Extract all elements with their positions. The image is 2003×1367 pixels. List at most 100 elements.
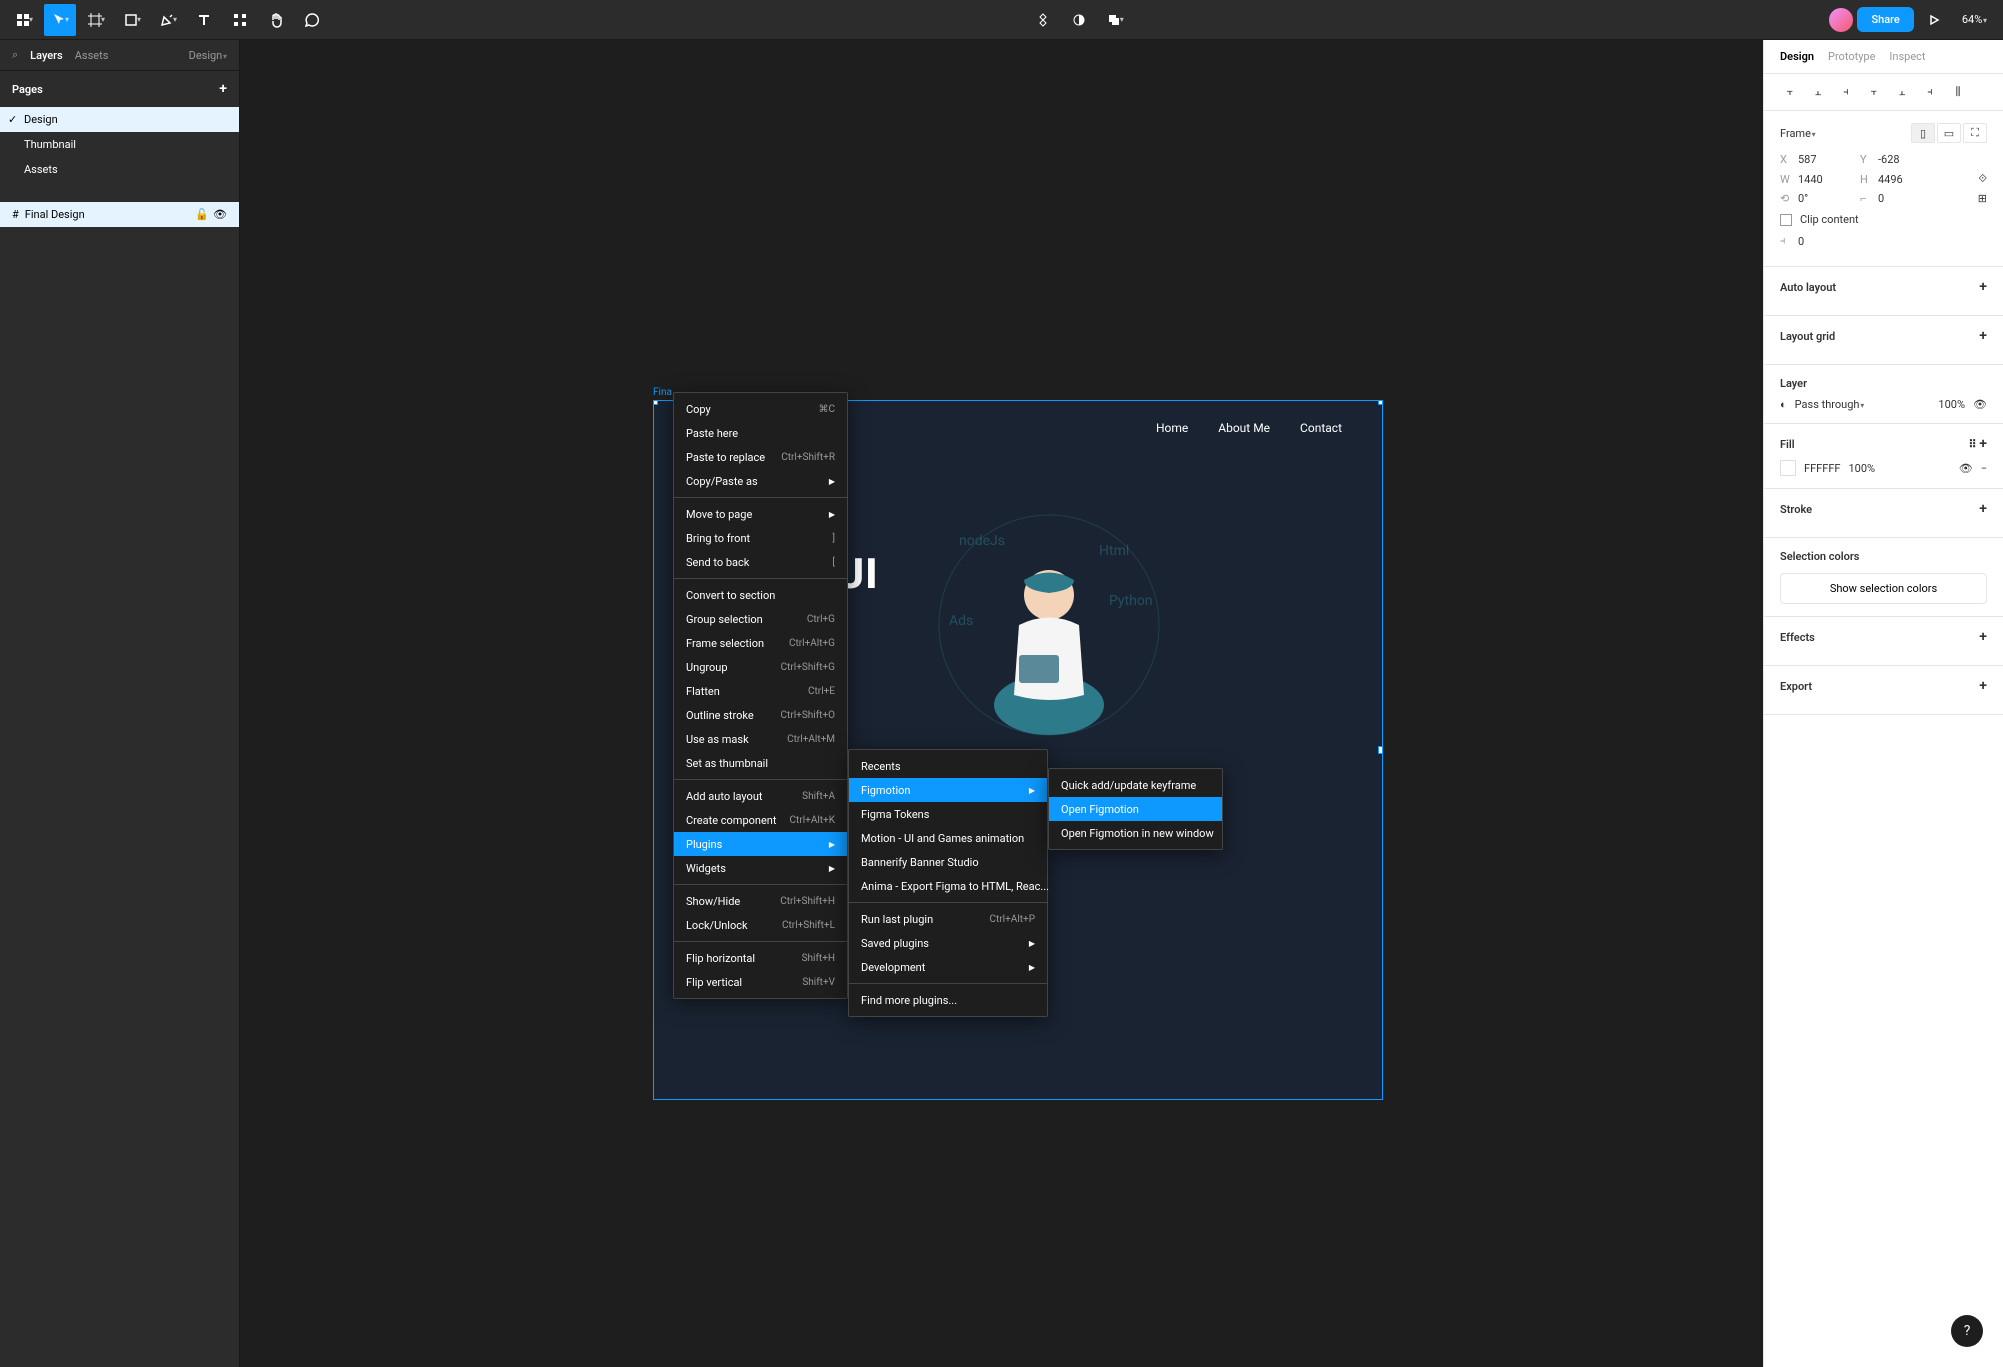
- resize-handle[interactable]: [653, 400, 658, 405]
- layer-final-design[interactable]: # Final Design 🔓 👁: [0, 202, 239, 227]
- rotation-input[interactable]: 0°: [1798, 192, 1844, 205]
- add-grid-button[interactable]: +: [1979, 328, 1987, 344]
- landscape-button[interactable]: ▭: [1937, 123, 1961, 143]
- menu-saved[interactable]: Saved plugins▶: [849, 931, 1047, 955]
- menu-copy-paste-as[interactable]: Copy/Paste as▶: [674, 469, 847, 493]
- clip-checkbox[interactable]: [1780, 214, 1792, 226]
- page-item-assets[interactable]: Assets: [0, 157, 239, 182]
- fill-swatch[interactable]: [1780, 460, 1796, 476]
- align-center-h-icon[interactable]: ⫠: [1808, 82, 1828, 102]
- text-tool[interactable]: [188, 4, 220, 36]
- mask-icon[interactable]: [1063, 4, 1095, 36]
- remove-fill-button[interactable]: −: [1981, 462, 1987, 475]
- nav-home[interactable]: Home: [1156, 421, 1188, 435]
- add-page-button[interactable]: +: [219, 81, 227, 97]
- menu-convert-section[interactable]: Convert to section: [674, 583, 847, 607]
- menu-ungroup[interactable]: UngroupCtrl+Shift+G: [674, 655, 847, 679]
- menu-dev[interactable]: Development▶: [849, 955, 1047, 979]
- visibility-icon[interactable]: 👁: [213, 208, 227, 221]
- menu-bring-front[interactable]: Bring to front]: [674, 526, 847, 550]
- page-dropdown[interactable]: Design ▾: [189, 49, 227, 62]
- resources-tool[interactable]: [224, 4, 256, 36]
- canvas[interactable]: Fina Home About Me Contact ATIVE UIGNER …: [240, 40, 1763, 1367]
- menu-flatten[interactable]: FlattenCtrl+E: [674, 679, 847, 703]
- frame-dropdown[interactable]: Frame ▾: [1780, 127, 1816, 140]
- menu-copy[interactable]: Copy⌘C: [674, 397, 847, 421]
- tab-inspect[interactable]: Inspect: [1889, 50, 1925, 63]
- shape-tool[interactable]: ▾: [116, 4, 148, 36]
- add-export-button[interactable]: +: [1979, 678, 1987, 694]
- tab-assets[interactable]: Assets: [75, 49, 109, 62]
- align-left-icon[interactable]: ⫟: [1780, 82, 1800, 102]
- menu-frame-sel[interactable]: Frame selectionCtrl+Alt+G: [674, 631, 847, 655]
- menu-open-figmotion[interactable]: Open Figmotion: [1049, 797, 1222, 821]
- nav-about[interactable]: About Me: [1218, 421, 1270, 435]
- main-menu-button[interactable]: ▾: [8, 4, 40, 36]
- portrait-button[interactable]: ▯: [1911, 123, 1935, 143]
- frame-tool[interactable]: ▾: [80, 4, 112, 36]
- menu-component[interactable]: Create componentCtrl+Alt+K: [674, 808, 847, 832]
- menu-flip-v[interactable]: Flip verticalShift+V: [674, 970, 847, 994]
- menu-send-back[interactable]: Send to back[: [674, 550, 847, 574]
- x-input[interactable]: 587: [1798, 153, 1844, 166]
- y-input[interactable]: -628: [1878, 153, 1924, 166]
- menu-bannerify[interactable]: Bannerify Banner Studio: [849, 850, 1047, 874]
- menu-flip-h[interactable]: Flip horizontalShift+H: [674, 946, 847, 970]
- add-stroke-button[interactable]: +: [1979, 501, 1987, 517]
- radius-input[interactable]: 0: [1878, 192, 1924, 205]
- menu-mask[interactable]: Use as maskCtrl+Alt+M: [674, 727, 847, 751]
- menu-outline[interactable]: Outline strokeCtrl+Shift+O: [674, 703, 847, 727]
- menu-plugins[interactable]: Plugins▶: [674, 832, 847, 856]
- w-input[interactable]: 1440: [1798, 173, 1844, 186]
- comment-tool[interactable]: [296, 4, 328, 36]
- menu-thumbnail[interactable]: Set as thumbnail: [674, 751, 847, 775]
- fill-opacity[interactable]: 100%: [1848, 462, 1875, 475]
- present-button[interactable]: [1918, 4, 1950, 36]
- component-icon[interactable]: [1027, 4, 1059, 36]
- add-auto-layout-button[interactable]: +: [1979, 279, 1987, 295]
- align-bottom-icon[interactable]: ⫞: [1920, 82, 1940, 102]
- menu-paste-here[interactable]: Paste here: [674, 421, 847, 445]
- resize-handle[interactable]: [1378, 746, 1383, 754]
- add-fill-button[interactable]: +: [1979, 436, 1987, 452]
- fill-visibility-icon[interactable]: 👁: [1959, 462, 1973, 475]
- align-right-icon[interactable]: ⫞: [1836, 82, 1856, 102]
- menu-run-last[interactable]: Run last pluginCtrl+Alt+P: [849, 907, 1047, 931]
- move-tool[interactable]: ▾: [44, 4, 76, 36]
- show-sel-colors-button[interactable]: Show selection colors: [1780, 573, 1987, 604]
- layer-opacity[interactable]: 100%: [1938, 398, 1965, 411]
- frame-label[interactable]: Fina: [653, 387, 672, 398]
- menu-lock[interactable]: Lock/UnlockCtrl+Shift+L: [674, 913, 847, 937]
- avatar[interactable]: [1829, 8, 1853, 32]
- align-top-icon[interactable]: ⫟: [1864, 82, 1884, 102]
- page-item-thumbnail[interactable]: Thumbnail: [0, 132, 239, 157]
- help-button[interactable]: ?: [1951, 1315, 1983, 1347]
- menu-motion[interactable]: Motion - UI and Games animation: [849, 826, 1047, 850]
- menu-move-to-page[interactable]: Move to page▶: [674, 502, 847, 526]
- pen-tool[interactable]: ▾: [152, 4, 184, 36]
- spacing-input[interactable]: 0: [1798, 235, 1844, 248]
- hand-tool[interactable]: [260, 4, 292, 36]
- lock-icon[interactable]: 🔓: [195, 208, 209, 221]
- independent-corners-icon[interactable]: ⊞: [1978, 192, 1987, 205]
- constrain-icon[interactable]: ⟐: [1978, 172, 1987, 186]
- menu-quick-keyframe[interactable]: Quick add/update keyframe: [1049, 773, 1222, 797]
- resize-handle[interactable]: [1378, 400, 1383, 405]
- menu-recents[interactable]: Recents: [849, 754, 1047, 778]
- resize-fit-button[interactable]: ⛶: [1963, 123, 1987, 143]
- menu-show-hide[interactable]: Show/HideCtrl+Shift+H: [674, 889, 847, 913]
- zoom-level[interactable]: 64% ▾: [1954, 13, 1995, 26]
- add-effect-button[interactable]: +: [1979, 629, 1987, 645]
- menu-find-more[interactable]: Find more plugins...: [849, 988, 1047, 1012]
- menu-auto-layout[interactable]: Add auto layoutShift+A: [674, 784, 847, 808]
- menu-anima[interactable]: Anima - Export Figma to HTML, Reac...: [849, 874, 1047, 898]
- h-input[interactable]: 4496: [1878, 173, 1924, 186]
- share-button[interactable]: Share: [1857, 7, 1913, 32]
- tab-layers[interactable]: Layers: [30, 49, 63, 62]
- menu-widgets[interactable]: Widgets▶: [674, 856, 847, 880]
- boolean-icon[interactable]: ▾: [1099, 4, 1131, 36]
- menu-group[interactable]: Group selectionCtrl+G: [674, 607, 847, 631]
- visibility-icon[interactable]: 👁: [1973, 398, 1987, 411]
- menu-tokens[interactable]: Figma Tokens: [849, 802, 1047, 826]
- menu-paste-replace[interactable]: Paste to replaceCtrl+Shift+R: [674, 445, 847, 469]
